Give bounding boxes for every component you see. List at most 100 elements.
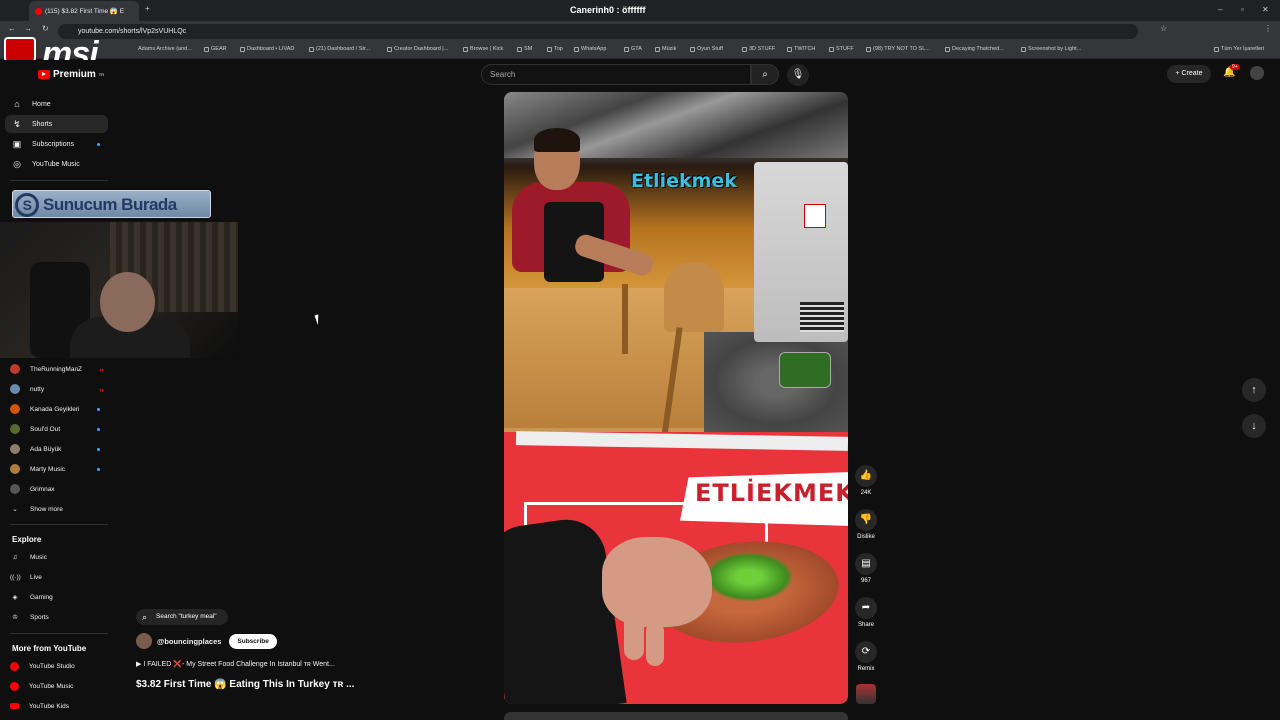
subscriptions-icon: ▣ — [12, 138, 22, 149]
sidebar-item-youtube-music-app[interactable]: YouTube Music — [10, 678, 108, 694]
youtube-logo-icon — [38, 70, 50, 79]
bookmark[interactable]: SM — [517, 46, 532, 52]
subscription-item[interactable]: TheRunningManZ ●● — [10, 361, 108, 377]
explore-heading: Explore — [12, 535, 42, 544]
remix-icon: ⟳ — [855, 641, 877, 663]
bookmark[interactable]: WhatsApp — [574, 46, 606, 52]
bookmark-star-icon[interactable]: ☆ — [1160, 24, 1167, 33]
subscription-item[interactable]: nutty ●● — [10, 381, 108, 397]
trophy-icon: ♔ — [12, 614, 18, 621]
shorts-icon: ↯ — [13, 118, 21, 129]
youtube-premium-logo[interactable]: Premium TR — [38, 69, 104, 80]
bookmark[interactable]: TWITCH — [787, 46, 815, 52]
webcam-overlay — [0, 222, 238, 358]
youtube-kids-icon — [10, 703, 19, 709]
comment-icon: ▤ — [855, 553, 877, 575]
channel-avatar — [10, 484, 20, 494]
sound-thumbnail[interactable] — [856, 684, 876, 704]
music-icon: ◎ — [13, 158, 21, 169]
bookmarks-bar: Adams Archive (and... GEAR Dashboard • L… — [0, 41, 1280, 59]
account-avatar[interactable] — [1250, 66, 1264, 80]
sidebar-item-sports[interactable]: ♔ Sports — [10, 609, 108, 625]
bookmark[interactable]: Browse | Kick — [463, 46, 503, 52]
bookmark[interactable]: Dashboard • LIVAD — [240, 46, 294, 52]
tab-title: (115) $3.82 First Time 😱 E — [45, 8, 125, 15]
search-button[interactable]: ⌕ — [751, 64, 779, 85]
sidebar-item-shorts[interactable]: ↯ Shorts — [5, 115, 108, 133]
browser-toolbar: ← → ↻ youtube.com/shorts/lVp2sVUHLQc ☆ ⋮ — [0, 21, 1280, 41]
chevron-down-icon: ⌄ — [12, 506, 18, 513]
thumbs-up-icon: 👍 — [855, 465, 877, 487]
new-tab-icon[interactable]: + — [145, 4, 150, 13]
subscription-item[interactable]: Soul'd Out — [10, 421, 108, 437]
subscription-item[interactable]: Kanada Geyikleri — [10, 401, 108, 417]
comments-button[interactable]: ▤ 967 — [854, 553, 878, 584]
minimize-icon[interactable]: – — [1218, 5, 1222, 14]
next-short-button[interactable]: ↓ — [1242, 414, 1266, 438]
sunucum-banner: S Sunucum Burada — [12, 190, 211, 218]
sidebar-item-home[interactable]: ⌂ Home — [5, 95, 108, 113]
bookmark[interactable]: (21) Dashboard / Str... — [309, 46, 370, 52]
home-icon: ⌂ — [14, 99, 20, 109]
next-short-preview[interactable] — [504, 712, 848, 720]
sidebar-item-youtube-kids[interactable]: YouTube Kids — [10, 698, 108, 714]
bookmark[interactable]: Müzik — [655, 46, 676, 52]
bookmark[interactable]: (98) TRY NOT TO SL... — [866, 46, 930, 52]
dislike-button[interactable]: 👎 Dislike — [854, 509, 878, 540]
sidebar-item-music[interactable]: ♫ Music — [10, 549, 108, 565]
search-suggestion-chip[interactable]: ⌕ Search "turkey meal" — [136, 609, 228, 625]
browser-menu-icon[interactable]: ⋮ — [1264, 24, 1272, 33]
channel-avatar — [10, 424, 20, 434]
subscription-item[interactable]: Ada Büyük — [10, 441, 108, 457]
like-button[interactable]: 👍 24K — [854, 465, 878, 496]
reload-icon[interactable]: ↻ — [42, 24, 49, 33]
subscribe-button[interactable]: Subscribe — [229, 633, 277, 649]
music-note-icon: ♫ — [12, 553, 18, 561]
bookmark[interactable]: Oyun Stuff — [690, 46, 723, 52]
related-video-link[interactable]: ▶ I FAILED ❌- My Street Food Challenge I… — [136, 660, 335, 668]
close-window-icon[interactable]: ✕ — [1262, 5, 1269, 14]
browser-tab[interactable]: (115) $3.82 First Time 😱 E — [29, 1, 139, 21]
bookmark[interactable]: Adams Archive (and... — [138, 46, 192, 52]
youtube-music-icon — [10, 681, 19, 691]
shorts-video-player[interactable]: Etliekmek ETLİEKMEK — [504, 92, 848, 704]
bookmark[interactable]: Top — [547, 46, 563, 52]
search-icon: ⌕ — [142, 612, 148, 622]
bookmark[interactable]: GTA — [624, 46, 642, 52]
bookmark[interactable]: Screenshot by Light... — [1021, 46, 1081, 52]
share-button[interactable]: ➦ Share — [854, 597, 878, 628]
live-icon: ((·)) — [10, 573, 21, 581]
subscription-item[interactable]: Marty Music — [10, 461, 108, 477]
youtube-header: Premium TR Search ⌕ 🎙 + Create 🔔 9+ — [0, 60, 1280, 90]
back-icon[interactable]: ← — [8, 24, 16, 33]
bookmark[interactable]: Decaying Thatched... — [945, 46, 1004, 52]
sidebar-item-live[interactable]: ((·)) Live — [10, 569, 108, 585]
bookmark[interactable]: GEAR — [204, 46, 227, 52]
channel-name[interactable]: @bouncingplaces — [157, 637, 221, 646]
search-icon: ⌕ — [762, 69, 768, 80]
bookmark[interactable]: STUFF — [829, 46, 854, 52]
maximize-icon[interactable]: ▫ — [1241, 5, 1244, 14]
url-bar[interactable]: youtube.com/shorts/lVp2sVUHLQc — [58, 24, 1138, 39]
search-input[interactable]: Search — [481, 64, 751, 85]
sidebar-item-subscriptions[interactable]: ▣ Subscriptions — [5, 135, 108, 153]
sidebar-item-youtube-studio[interactable]: YouTube Studio — [10, 658, 108, 674]
previous-short-button[interactable]: ↑ — [1242, 378, 1266, 402]
bookmark[interactable]: Creator Dashboard |... — [387, 46, 448, 52]
all-bookmarks[interactable]: Tüm Yer İşaretleri — [1214, 46, 1264, 52]
channel-avatar[interactable] — [136, 633, 152, 649]
youtube-favicon-icon — [35, 7, 42, 15]
sidebar-item-youtube-music[interactable]: ◎ YouTube Music — [5, 155, 108, 173]
remix-button[interactable]: ⟳ Remix — [854, 641, 878, 672]
notification-badge: 9+ — [1230, 64, 1240, 70]
channel-avatar — [10, 404, 20, 414]
sidebar: ⌂ Home ↯ Shorts ▣ Subscriptions ◎ YouTube Mu… — [0, 90, 118, 720]
forward-icon[interactable]: → — [24, 24, 32, 33]
channel-avatar — [10, 444, 20, 454]
subscription-item[interactable]: Grimnax — [10, 481, 108, 497]
show-more-button[interactable]: ⌄ Show more — [10, 501, 108, 517]
voice-search-button[interactable]: 🎙 — [787, 64, 809, 86]
bookmark[interactable]: 3D STUFF — [742, 46, 775, 52]
create-button[interactable]: + Create — [1167, 65, 1211, 83]
sidebar-item-gaming[interactable]: ◈ Gaming — [10, 589, 108, 605]
